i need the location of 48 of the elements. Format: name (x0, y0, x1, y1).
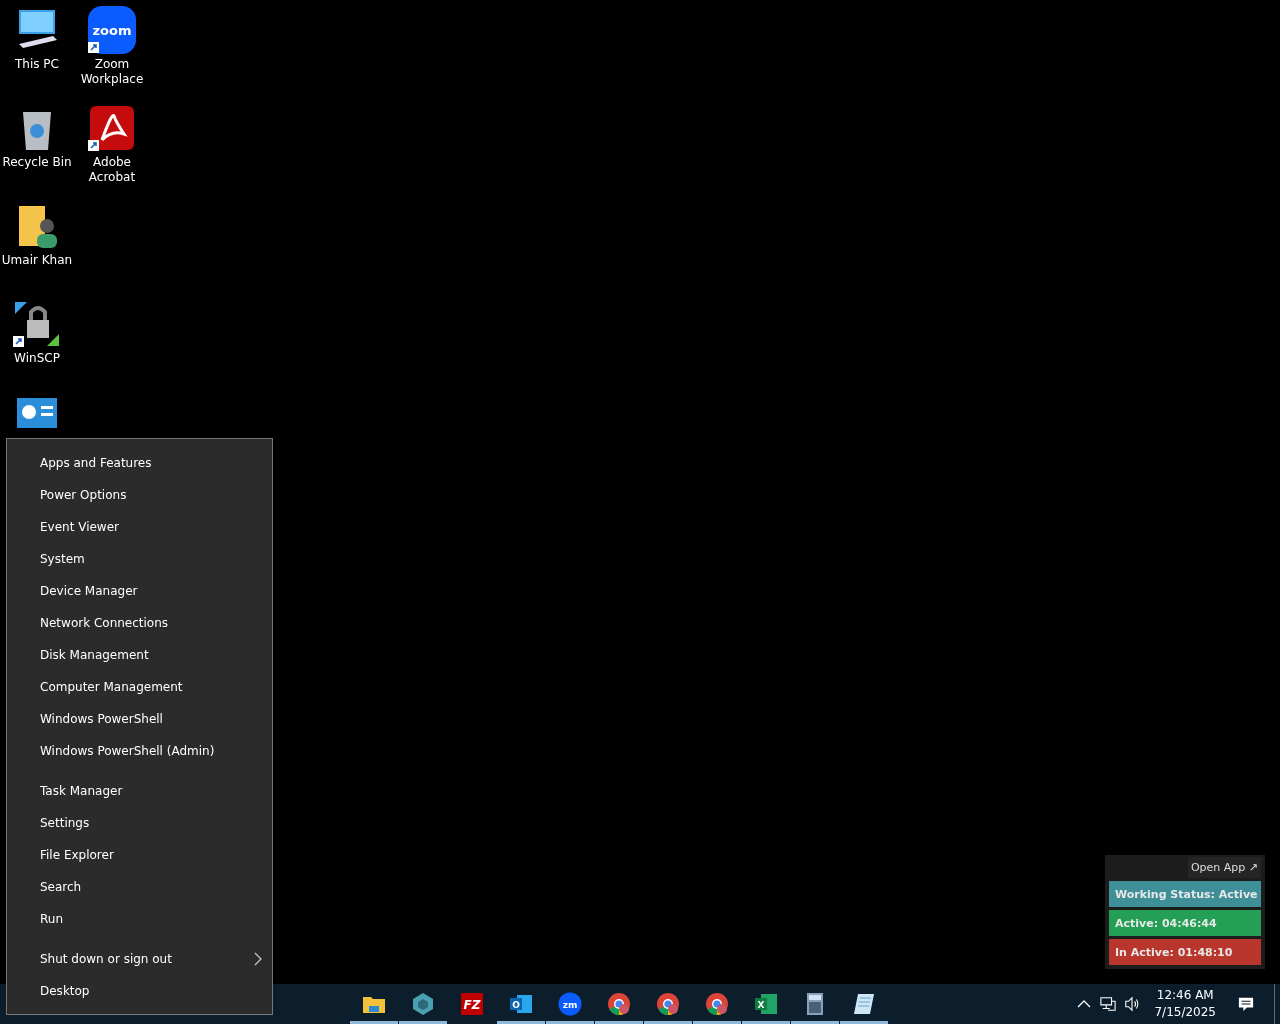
open-app-button[interactable]: Open App ↗ (1187, 857, 1261, 878)
document-app-icon[interactable] (88, 104, 136, 152)
notepad-icon (852, 992, 876, 1016)
menu-item[interactable]: Disk Management (7, 639, 272, 671)
icon-label[interactable]: WinSCP (1, 351, 73, 366)
clock-time: 12:46 AM (1156, 987, 1214, 1004)
camera-app-icon[interactable]: zoom (88, 6, 136, 54)
speaker-icon[interactable] (1124, 996, 1141, 1012)
taskbar-button[interactable]: X (742, 984, 790, 1024)
menu-item[interactable]: Run (7, 903, 272, 935)
hexagon-icon (411, 992, 435, 1016)
clock[interactable]: 12:46 AM 7/15/2025 (1148, 987, 1222, 1021)
icon-label[interactable]: Recycle Bin (1, 155, 73, 170)
menu-item[interactable]: Windows PowerShell (Admin) (7, 735, 272, 767)
menu-item[interactable]: Shut down or sign out (7, 943, 272, 975)
menu-item[interactable]: File Explorer (7, 839, 272, 871)
icon-label[interactable]: Umair Khan (1, 253, 73, 268)
status-bar: In Active: 01:48:10 (1109, 939, 1261, 965)
icon-label[interactable]: This PC (1, 57, 73, 72)
browser-icon (607, 992, 631, 1016)
taskbar-button[interactable]: O (497, 984, 545, 1024)
ftp-app-icon: FZ (460, 992, 484, 1016)
icon-label[interactable]: Zoom Workplace (76, 57, 148, 87)
status-bar: Active: 04:46:44 (1109, 910, 1261, 936)
menu-item[interactable]: Event Viewer (7, 511, 272, 543)
taskbar-button[interactable]: FZ (448, 984, 496, 1024)
network-icon[interactable] (1100, 996, 1117, 1012)
notification-icon[interactable] (1238, 996, 1254, 1012)
clock-date: 7/15/2025 (1154, 1004, 1216, 1021)
menu-item[interactable]: Desktop (7, 975, 272, 1007)
browser-icon (656, 992, 680, 1016)
padlock-icon[interactable] (13, 300, 61, 348)
menu-item[interactable]: Device Manager (7, 575, 272, 607)
status-bar: Working Status: Active (1109, 881, 1261, 907)
chevron-right-icon (254, 952, 262, 966)
menu-item[interactable]: Windows PowerShell (7, 703, 272, 735)
menu-item[interactable]: Computer Management (7, 671, 272, 703)
menu-item[interactable]: System (7, 543, 272, 575)
menu-item[interactable]: Power Options (7, 479, 272, 511)
menu-item[interactable]: Apps and Features (7, 447, 272, 479)
menu-item[interactable]: Task Manager (7, 775, 272, 807)
taskbar-button[interactable]: zm (546, 984, 594, 1024)
icon-label[interactable]: Adobe Acrobat (76, 155, 148, 185)
menu-item[interactable]: Network Connections (7, 607, 272, 639)
menu-item[interactable]: Settings (7, 807, 272, 839)
camera-app-icon: zm (558, 992, 582, 1016)
browser-icon (705, 992, 729, 1016)
menu-item[interactable]: Search (7, 871, 272, 903)
